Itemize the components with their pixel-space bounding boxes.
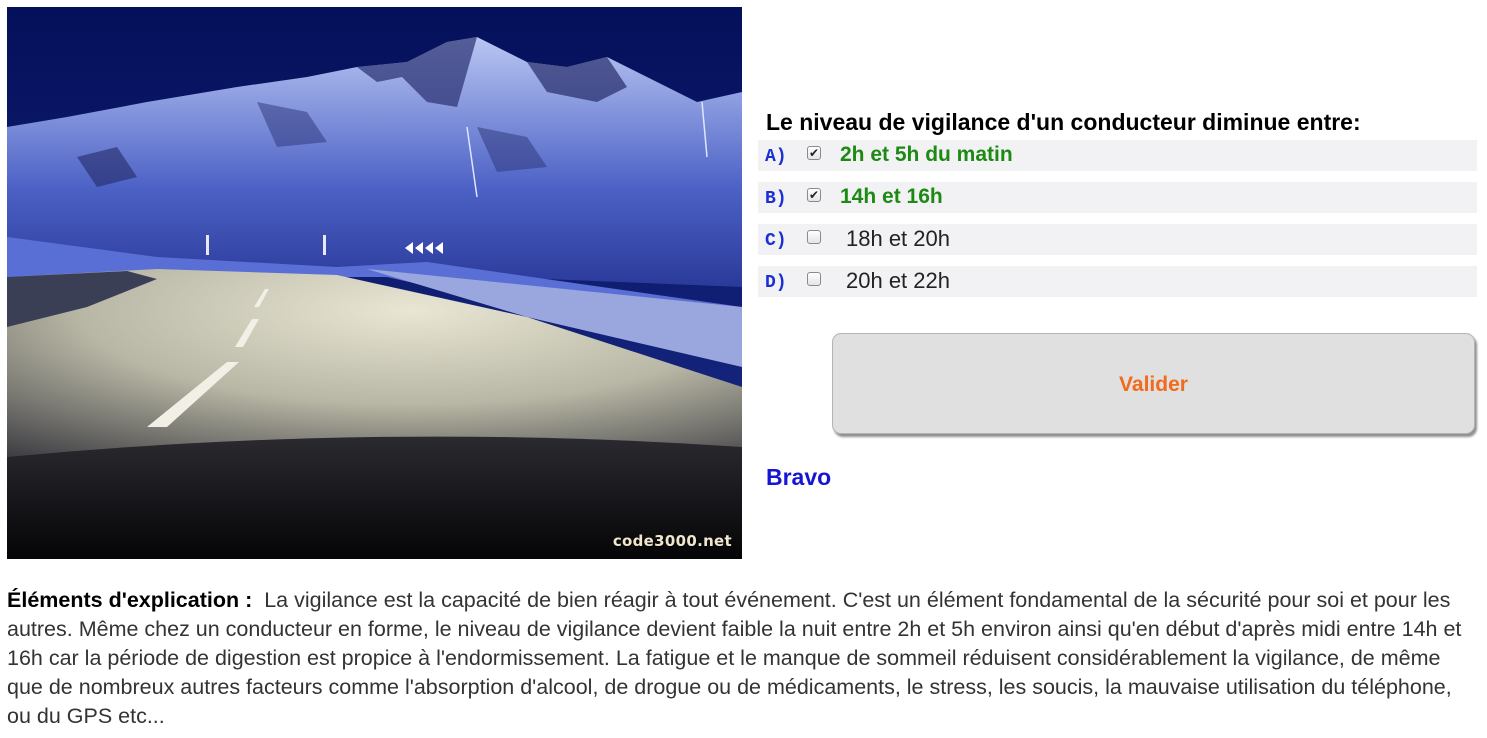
option-letter: B) — [765, 189, 787, 209]
option-checkbox[interactable]: ✔ — [807, 188, 821, 202]
watermark: code3000.net — [612, 532, 732, 550]
night-road-illustration — [7, 7, 742, 559]
option-checkbox[interactable] — [807, 272, 821, 286]
option-b[interactable]: B) ✔ 14h et 16h — [758, 182, 1477, 213]
explanation-label: Éléments d'explication : — [7, 588, 253, 612]
option-letter: C) — [765, 231, 787, 251]
question-text: Le niveau de vigilance d'un conducteur d… — [766, 109, 1361, 135]
option-letter: D) — [765, 273, 787, 293]
question-image: code3000.net — [7, 7, 742, 559]
option-label: 14h et 16h — [840, 185, 943, 208]
option-letter: A) — [765, 147, 787, 167]
validate-button[interactable]: Valider — [832, 333, 1475, 434]
feedback-message: Bravo — [766, 464, 832, 490]
option-c[interactable]: C) 18h et 20h — [758, 224, 1477, 255]
option-label: 2h et 5h du matin — [840, 143, 1013, 166]
explanation: Éléments d'explication : La vigilance es… — [7, 586, 1467, 731]
option-label: 20h et 22h — [846, 268, 950, 293]
option-a[interactable]: A) ✔ 2h et 5h du matin — [758, 140, 1477, 171]
option-d[interactable]: D) 20h et 22h — [758, 266, 1477, 297]
option-label: 18h et 20h — [846, 226, 950, 251]
option-checkbox[interactable]: ✔ — [807, 146, 821, 160]
option-checkbox[interactable] — [807, 230, 821, 244]
